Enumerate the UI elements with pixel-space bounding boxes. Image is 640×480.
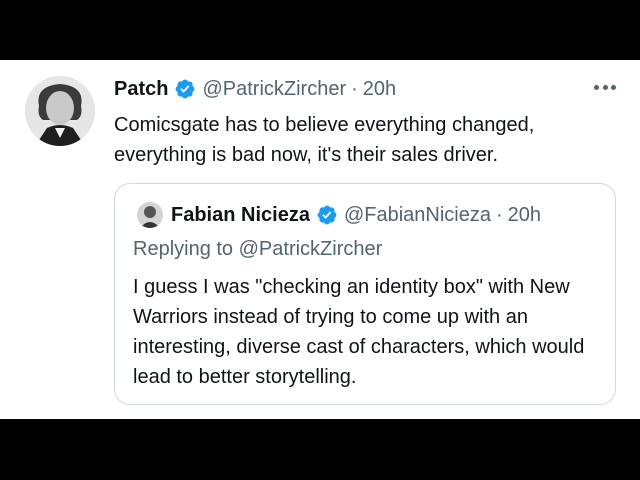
- quoted-author-avatar[interactable]: [137, 202, 163, 228]
- tweet-card[interactable]: Patch @PatrickZircher · 20h Comicsgate h…: [0, 60, 640, 419]
- author-handle[interactable]: @PatrickZircher: [202, 78, 346, 101]
- replying-handle-link[interactable]: @PatrickZircher: [239, 238, 383, 260]
- quoted-author-handle[interactable]: @FabianNicieza: [344, 204, 491, 227]
- tweet-text: Comicsgate has to believe everything cha…: [114, 114, 535, 166]
- verified-badge-icon: [317, 205, 337, 225]
- separator-dot: ·: [351, 77, 358, 100]
- separator-dot: ·: [495, 203, 503, 226]
- quoted-author-name[interactable]: Fabian Nicieza: [171, 204, 310, 227]
- more-options-icon[interactable]: [594, 82, 616, 92]
- author-name[interactable]: Patch: [114, 78, 168, 101]
- tweet-time[interactable]: 20h: [363, 78, 396, 101]
- quoted-header: Fabian Nicieza @FabianNicieza · 20h: [137, 202, 541, 228]
- replying-to: Replying to @PatrickZircher: [133, 238, 382, 261]
- verified-badge-icon: [176, 79, 195, 99]
- tweet-header: Patch @PatrickZircher · 20h: [114, 76, 396, 102]
- quoted-text: I guess I was "checking an identity box"…: [133, 276, 585, 388]
- author-avatar[interactable]: [25, 76, 95, 146]
- quoted-tweet[interactable]: Fabian Nicieza @FabianNicieza · 20h Repl…: [114, 183, 616, 405]
- quoted-time[interactable]: 20h: [508, 204, 541, 227]
- replying-prefix: Replying to: [133, 238, 234, 260]
